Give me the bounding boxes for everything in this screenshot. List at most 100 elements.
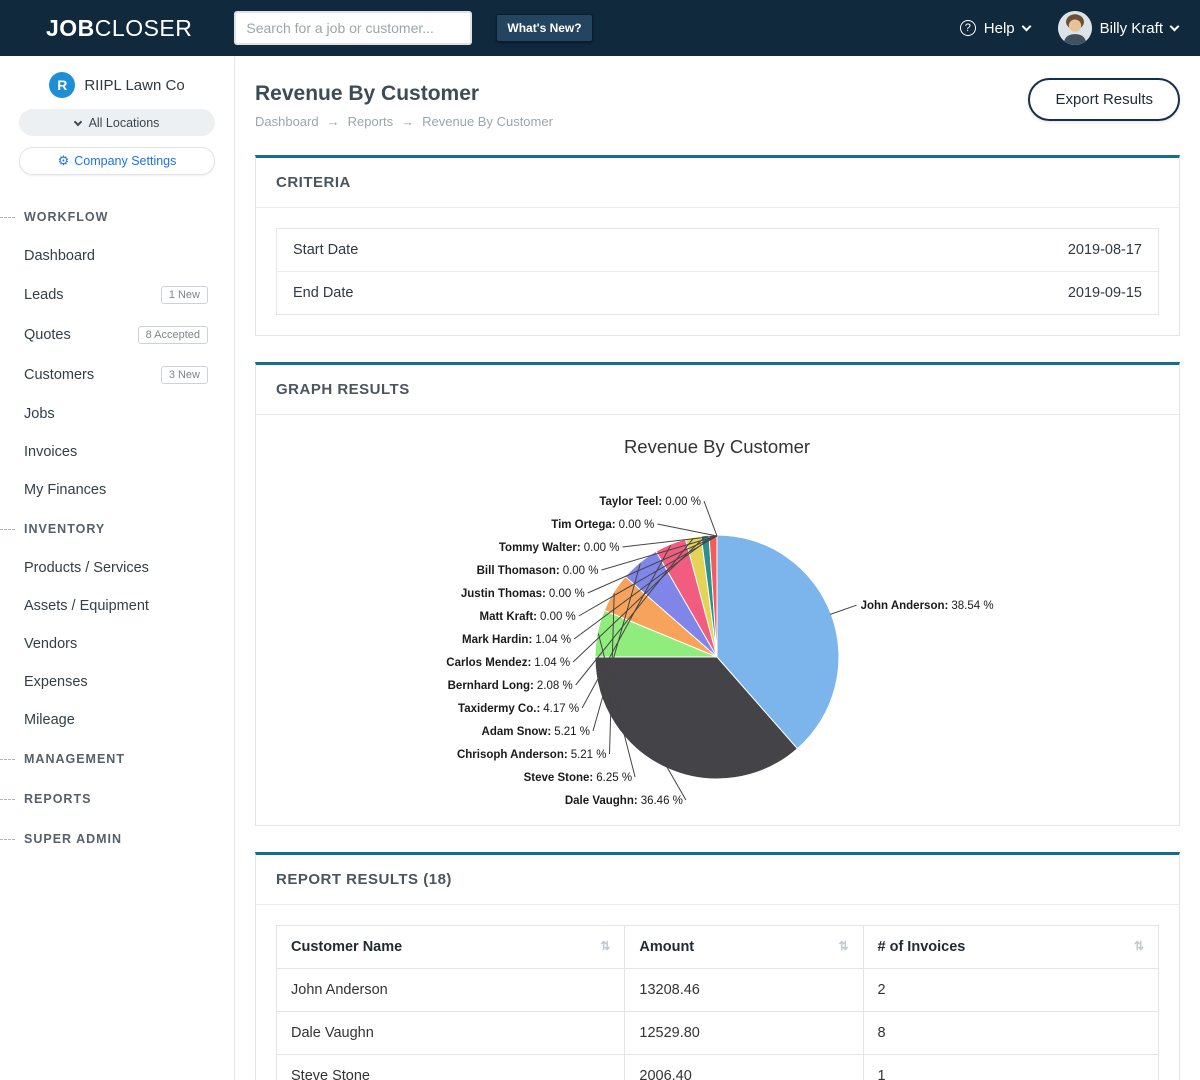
sidebar-section-reports[interactable]: REPORTS <box>0 779 234 819</box>
breadcrumb-item-reports[interactable]: Reports <box>348 114 394 129</box>
sidebar-item-label: Assets / Equipment <box>24 598 149 614</box>
pie-label-connector <box>657 524 717 536</box>
company-settings-label: Company Settings <box>74 154 176 168</box>
export-results-button[interactable]: Export Results <box>1028 78 1180 121</box>
sidebar-item-label: Mileage <box>24 712 75 728</box>
report-results-header: REPORT RESULTS (18) <box>256 855 1179 905</box>
table-cell: Steve Stone <box>277 1055 625 1080</box>
criteria-card: CRITERIA Start Date2019-08-17 End Date 201… <box>255 155 1180 336</box>
sidebar-item-dashboard[interactable]: Dashboard <box>0 237 234 275</box>
pie-label-taxidermy-co: Taxidermy Co.:4.17 % <box>458 703 579 715</box>
criteria-label: End Date <box>293 285 353 301</box>
sidebar-item-label: Jobs <box>24 406 55 422</box>
sidebar-item-customers[interactable]: Customers3 New <box>0 355 234 395</box>
sidebar-section-label: REPORTS <box>24 792 91 806</box>
sidebar-section-super-admin[interactable]: SUPER ADMIN <box>0 819 234 859</box>
dash-icon <box>0 839 15 840</box>
help-icon: ? <box>960 20 976 36</box>
company-selector[interactable]: R RIIPL Lawn Co <box>49 72 184 98</box>
criteria-row-start-date: Start Date2019-08-17 <box>277 229 1158 271</box>
chevron-down-icon <box>1170 21 1180 31</box>
pie-label-taylor-teel: Taylor Teel:0.00 % <box>599 496 701 508</box>
sidebar-item-my-finances[interactable]: My Finances <box>0 471 234 509</box>
app-logo[interactable]: JOBCLOSER <box>46 15 192 42</box>
search-input[interactable] <box>234 11 472 45</box>
sidebar-item-leads[interactable]: Leads1 New <box>0 275 234 315</box>
sidebar-item-label: Quotes <box>24 327 71 343</box>
pie-label-adam-snow: Adam Snow:5.21 % <box>482 726 590 738</box>
sidebar-section-workflow[interactable]: WORKFLOW <box>0 197 234 237</box>
sidebar: R RIIPL Lawn Co All Locations ⚙ Company … <box>0 56 235 1080</box>
company-avatar: R <box>49 72 75 98</box>
revenue-pie-chart: Revenue By Customer Taylor Teel:0.00 % Tim… <box>256 415 1179 825</box>
user-name: Billy Kraft <box>1100 20 1163 37</box>
sort-icon[interactable]: ⇅ <box>600 939 610 953</box>
sidebar-nav: WORKFLOW Dashboard Leads1 NewQuotes8 Accep… <box>0 197 234 859</box>
column-header-of-invoices[interactable]: ⇅ # of Invoices <box>863 926 1159 969</box>
table-cell: Dale Vaughn <box>277 1012 625 1055</box>
company-block: R RIIPL Lawn Co All Locations ⚙ Company … <box>0 56 234 175</box>
sidebar-item-mileage[interactable]: Mileage <box>0 701 234 739</box>
sidebar-item-quotes[interactable]: Quotes8 Accepted <box>0 315 234 355</box>
sidebar-item-label: Products / Services <box>24 560 149 576</box>
sidebar-item-label: Dashboard <box>24 248 95 264</box>
column-header-label: Amount <box>639 939 694 955</box>
sort-icon[interactable]: ⇅ <box>838 939 848 953</box>
chart-title: Revenue By Customer <box>624 436 810 457</box>
table-cell: 2006.40 <box>625 1055 863 1080</box>
sidebar-item-invoices[interactable]: Invoices <box>0 433 234 471</box>
main-content: Revenue By Customer Dashboard→Reports→Re… <box>235 56 1200 1080</box>
sidebar-item-label: Invoices <box>24 444 77 460</box>
sort-icon[interactable]: ⇅ <box>1134 939 1144 953</box>
report-results-card: REPORT RESULTS (18) ⇅Customer Name⇅Amoun… <box>255 852 1180 1080</box>
sidebar-section-label: INVENTORY <box>24 522 105 536</box>
column-header-amount[interactable]: ⇅ Amount <box>625 926 863 969</box>
report-table: ⇅Customer Name⇅Amount⇅# of InvoicesJohn … <box>276 925 1159 1080</box>
graph-results-header: GRAPH RESULTS <box>256 365 1179 415</box>
whats-new-button[interactable]: What's New? <box>496 14 592 42</box>
pie-label-connector <box>830 605 856 614</box>
user-avatar <box>1058 11 1092 45</box>
sidebar-item-jobs[interactable]: Jobs <box>0 395 234 433</box>
pie-label-tim-ortega: Tim Ortega:0.00 % <box>551 519 654 531</box>
sidebar-section-inventory[interactable]: INVENTORY <box>0 509 234 549</box>
navbar-right-group: ? Help Billy Kraft <box>960 11 1178 45</box>
breadcrumb-item-dashboard[interactable]: Dashboard <box>255 114 319 129</box>
sidebar-section-label: SUPER ADMIN <box>24 832 122 846</box>
criteria-value: 2019-09-15 <box>1068 285 1142 301</box>
pie-label-mark-hardin: Mark Hardin:1.04 % <box>462 634 571 646</box>
dash-icon <box>0 529 15 530</box>
top-navbar: JOBCLOSER What's New? ? Help Billy Kraft <box>0 0 1200 56</box>
column-header-label: # of Invoices <box>878 939 966 955</box>
criteria-row-end-date: End Date 2019-09-15 <box>277 271 1158 314</box>
criteria-header: CRITERIA <box>256 158 1179 208</box>
pie-label-justin-thomas: Justin Thomas:0.00 % <box>461 588 585 600</box>
help-menu[interactable]: ? Help <box>960 20 1030 37</box>
sidebar-section-management[interactable]: MANAGEMENT <box>0 739 234 779</box>
sidebar-item-products-services[interactable]: Products / Services <box>0 549 234 587</box>
locations-dropdown[interactable]: All Locations <box>19 109 215 136</box>
breadcrumb-arrow-icon: → <box>327 114 340 129</box>
breadcrumb-item-revenue-by-customer: Revenue By Customer <box>422 114 553 129</box>
user-menu[interactable]: Billy Kraft <box>1058 11 1178 45</box>
app-logo-light: CLOSER <box>95 15 193 41</box>
sidebar-item-vendors[interactable]: Vendors <box>0 625 234 663</box>
pie-label-matt-kraft: Matt Kraft:0.00 % <box>479 611 575 623</box>
sidebar-item-label: Expenses <box>24 674 88 690</box>
graph-results-card: GRAPH RESULTS Revenue By Customer Taylor … <box>255 362 1180 826</box>
sidebar-item-label: Leads <box>24 287 64 303</box>
pie-label-chrisoph-anderson: Chrisoph Anderson:5.21 % <box>457 749 607 761</box>
company-settings-button[interactable]: ⚙ Company Settings <box>19 147 215 175</box>
table-cell: 2 <box>863 969 1159 1012</box>
sidebar-item-expenses[interactable]: Expenses <box>0 663 234 701</box>
pie-label-carlos-mendez: Carlos Mendez:1.04 % <box>446 657 570 669</box>
column-header-customer-name[interactable]: ⇅Customer Name <box>277 926 625 969</box>
table-cell: 8 <box>863 1012 1159 1055</box>
sidebar-item-assets-equipment[interactable]: Assets / Equipment <box>0 587 234 625</box>
sidebar-item-label: Vendors <box>24 636 77 652</box>
criteria-value: 2019-08-17 <box>1068 242 1142 258</box>
table-header-row: ⇅Customer Name⇅Amount⇅# of Invoices <box>277 926 1159 969</box>
pie-label-connector <box>704 501 717 536</box>
pie-label-bill-thomason: Bill Thomason:0.00 % <box>477 565 599 577</box>
locations-label: All Locations <box>89 116 160 130</box>
